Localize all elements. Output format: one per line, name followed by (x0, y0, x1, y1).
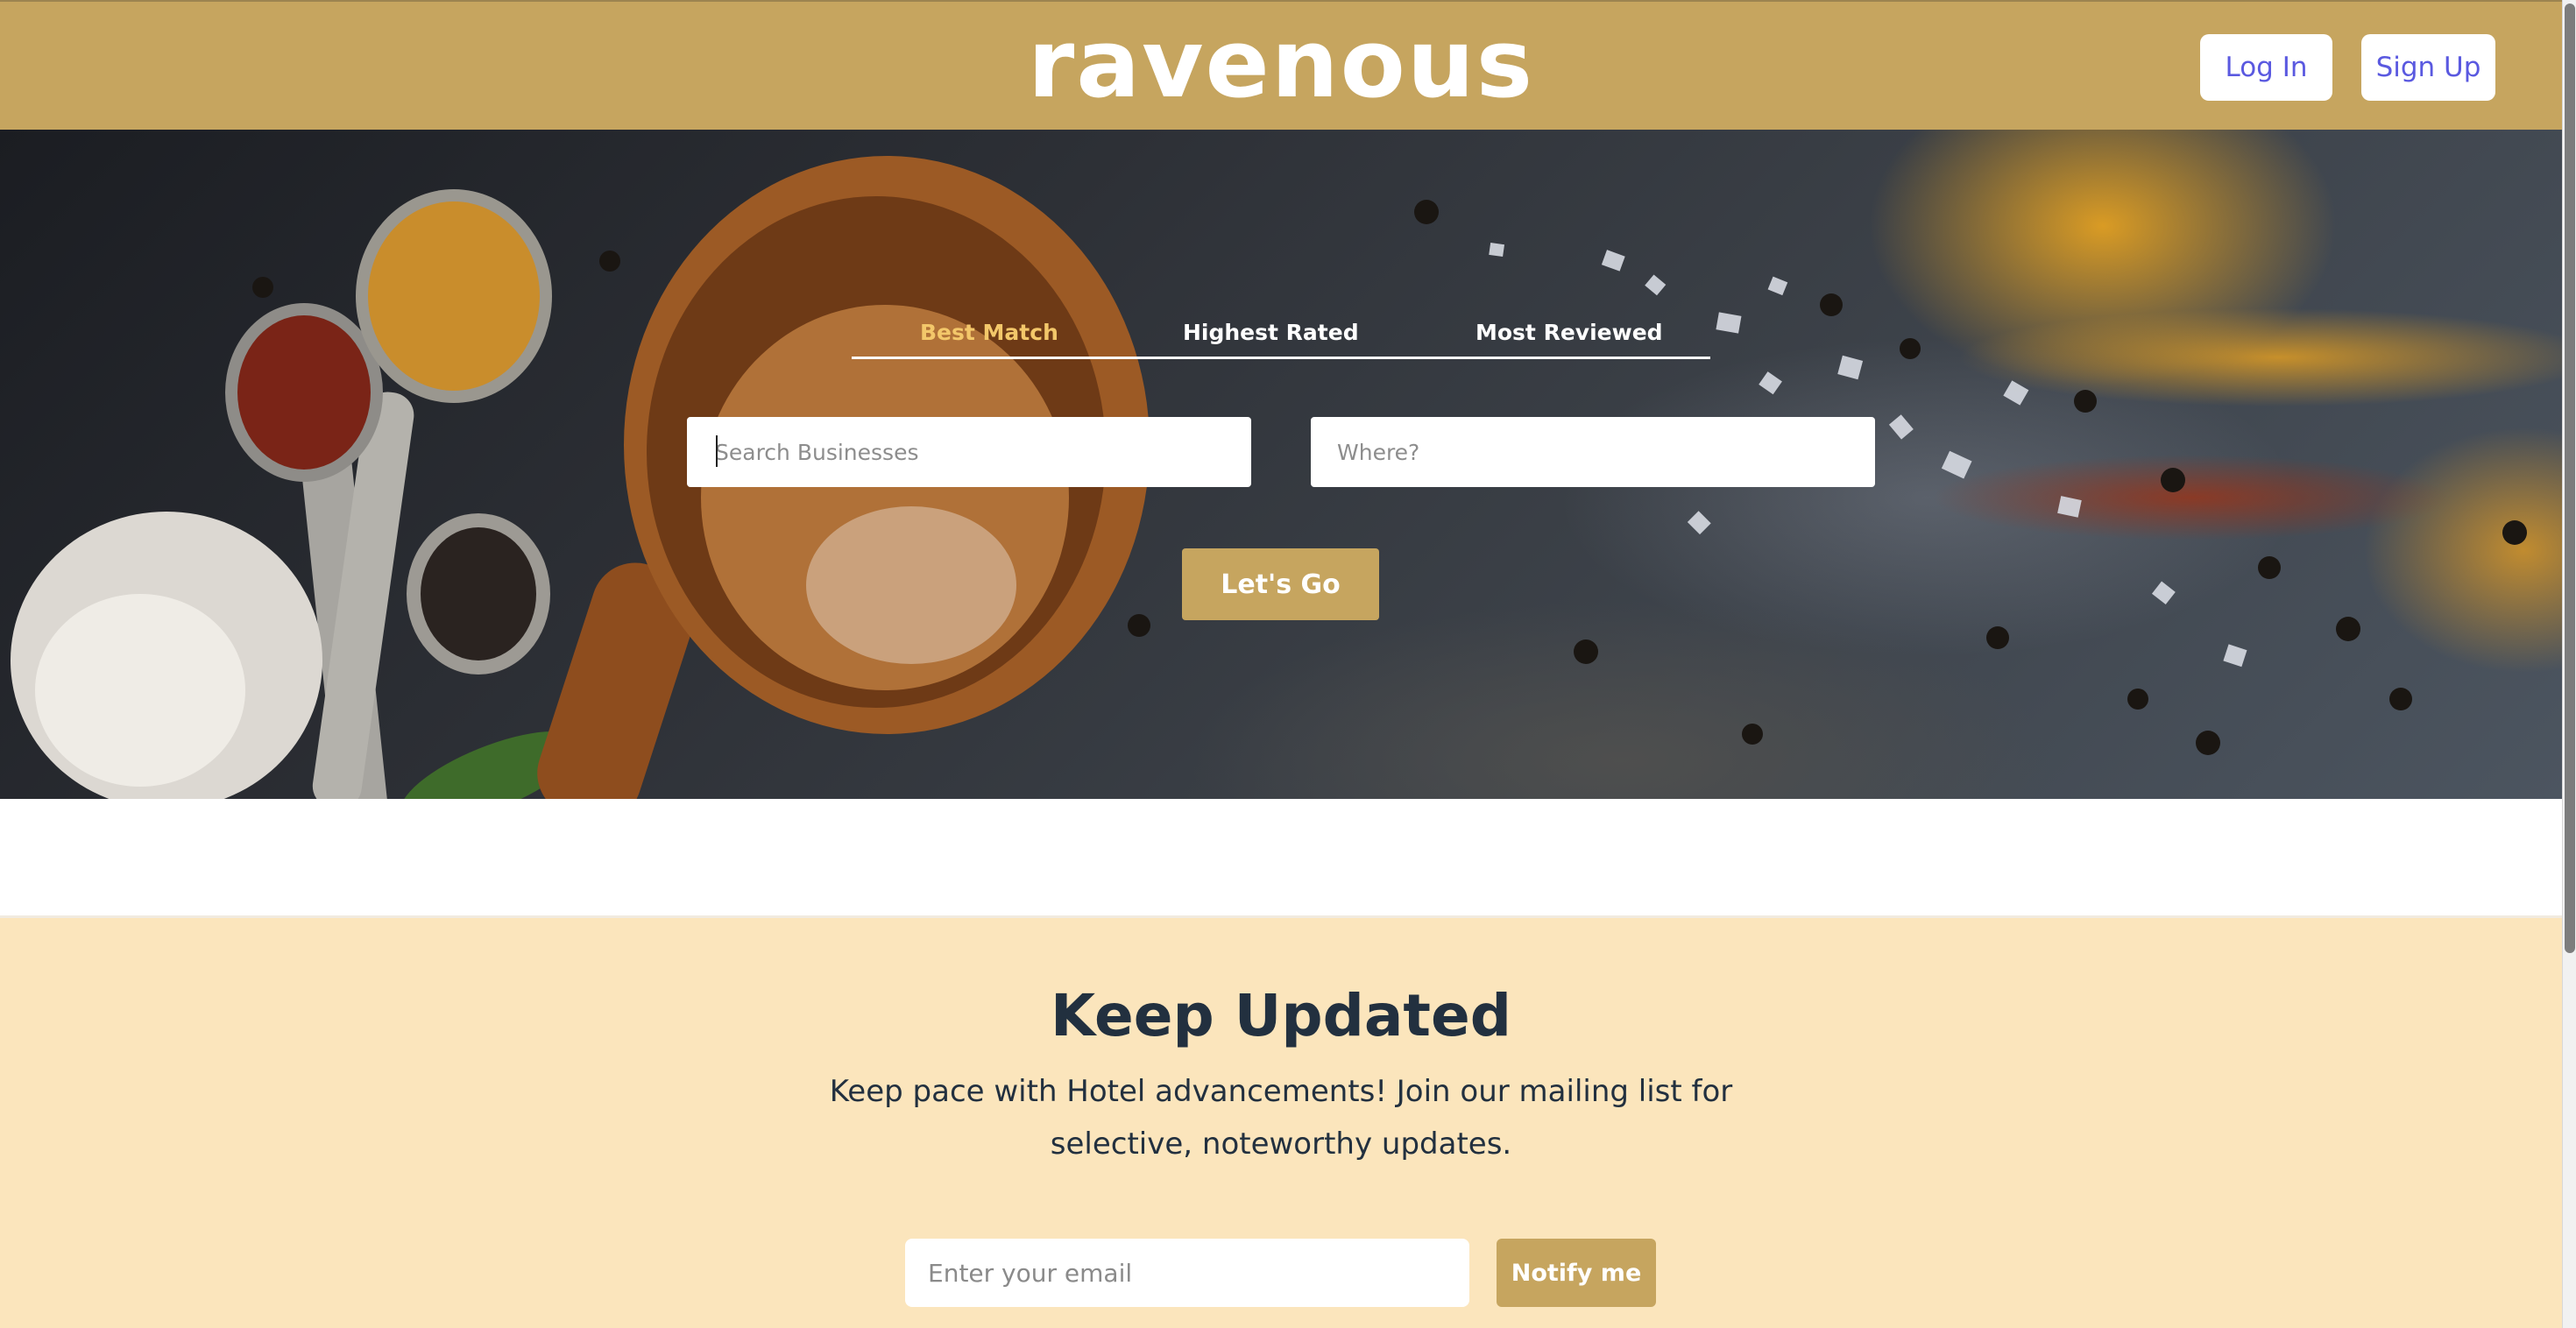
newsletter-title: Keep Updated (1051, 982, 1511, 1049)
newsletter-description: Keep pace with Hotel advancements! Join … (829, 1074, 1733, 1162)
sort-options: Best Match Highest Rated Most Reviewed (852, 315, 1710, 359)
signup-button[interactable]: Sign Up (2361, 34, 2495, 101)
page-scrollbar[interactable] (2562, 0, 2576, 1328)
location-input[interactable] (1311, 417, 1875, 487)
search-hero: Best Match Highest Rated Most Reviewed L… (0, 130, 2562, 799)
newsletter-section: Keep Updated Keep pace with Hotel advanc… (0, 915, 2562, 1328)
spices-background-image (11, 156, 2527, 799)
notify-button[interactable]: Notify me (1497, 1239, 1656, 1307)
text-cursor (716, 435, 718, 467)
email-input[interactable] (905, 1239, 1469, 1307)
login-button[interactable]: Log In (2200, 34, 2332, 101)
sort-tab-highest-rated[interactable]: Highest Rated (1183, 315, 1359, 356)
scrollbar-thumb[interactable] (2565, 4, 2575, 953)
sort-tab-best-match[interactable]: Best Match (920, 315, 1058, 356)
sort-tab-most-reviewed[interactable]: Most Reviewed (1476, 315, 1663, 356)
site-header: ravenous Log In Sign Up (0, 0, 2562, 130)
site-logo[interactable]: ravenous (0, 9, 2562, 121)
search-submit-button[interactable]: Let's Go (1182, 548, 1379, 620)
business-search-input[interactable] (687, 417, 1251, 487)
